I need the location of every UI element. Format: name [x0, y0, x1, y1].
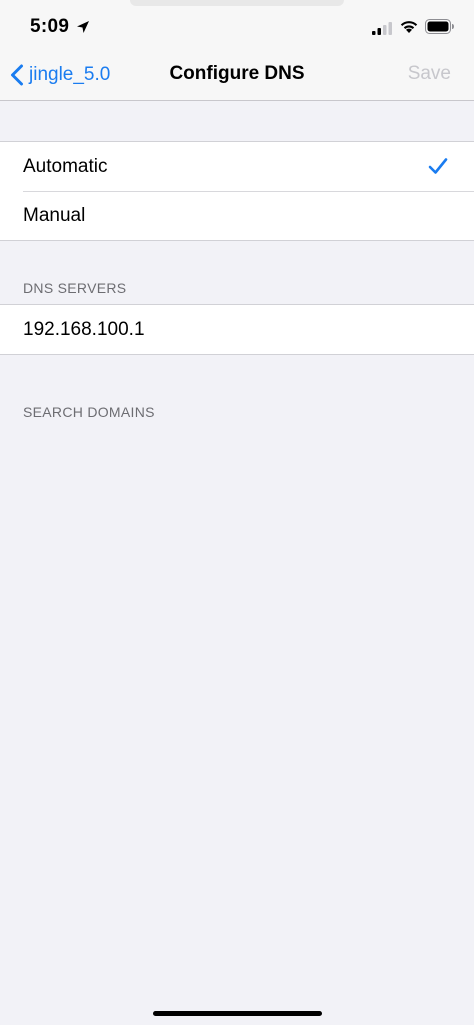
navigation-bar: jingle_5.0 Configure DNS Save [0, 48, 474, 101]
location-arrow-icon [77, 21, 89, 33]
option-automatic-label: Automatic [23, 155, 108, 177]
option-manual[interactable]: Manual [0, 191, 474, 240]
dns-mode-group: Automatic Manual [0, 141, 474, 241]
status-bar: 5:09 [0, 0, 474, 48]
cellular-signal-icon [372, 22, 392, 35]
status-time: 5:09 [30, 16, 70, 37]
dns-server-item[interactable]: 192.168.100.1 [0, 305, 474, 354]
dns-servers-group: 192.168.100.1 [0, 304, 474, 355]
option-manual-label: Manual [23, 204, 86, 226]
dns-server-address: 192.168.100.1 [23, 318, 145, 340]
notch-strip [130, 0, 344, 6]
wifi-icon [400, 21, 418, 33]
save-button[interactable]: Save [408, 63, 451, 85]
checkmark-icon [428, 158, 448, 174]
search-domains-header: SEARCH DOMAINS [23, 404, 155, 420]
option-automatic[interactable]: Automatic [0, 142, 474, 191]
home-indicator[interactable] [153, 1011, 322, 1016]
dns-servers-header: DNS SERVERS [23, 280, 127, 296]
battery-icon [425, 19, 454, 34]
page-title: Configure DNS [169, 63, 305, 84]
